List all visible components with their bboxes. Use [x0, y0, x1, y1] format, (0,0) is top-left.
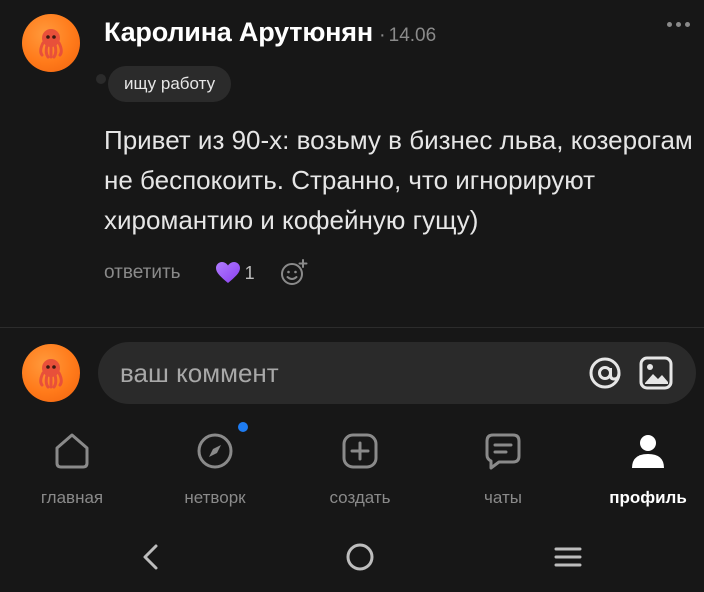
profile-icon: [632, 435, 664, 468]
more-menu-icon[interactable]: [667, 22, 690, 27]
bottom-tab-bar: главная нетворк создать чаты профиль: [0, 420, 704, 516]
badge-tail: [96, 74, 106, 84]
tab-chats-label: чаты: [484, 488, 522, 507]
author-name[interactable]: Каролина Арутюнян: [104, 17, 373, 48]
heart-icon[interactable]: [215, 261, 241, 285]
back-icon[interactable]: [134, 540, 168, 574]
reply-button[interactable]: ответить: [104, 262, 181, 284]
chat-icon: [485, 433, 521, 470]
compass-icon: [197, 433, 233, 469]
plus-square-icon: [342, 433, 378, 469]
home-circle-icon[interactable]: [343, 540, 377, 574]
status-badge: ищу работу: [108, 66, 232, 102]
tab-home[interactable]: главная: [2, 420, 142, 516]
like-count: 1: [244, 262, 255, 283]
author-line: Каролина Арутюнян · 14.06: [104, 17, 436, 48]
tab-home-label: главная: [40, 488, 104, 507]
author-avatar[interactable]: [22, 14, 80, 72]
tab-network[interactable]: нетворк: [145, 420, 285, 516]
mention-icon[interactable]: [588, 356, 622, 390]
date-separator: ·: [378, 24, 386, 46]
comment-box: [98, 342, 696, 404]
divider: [0, 327, 704, 328]
post-actions: ответить 1: [104, 258, 309, 288]
octopus-icon: [39, 29, 63, 59]
tab-network-label: нетворк: [184, 488, 246, 507]
tab-create[interactable]: создать: [290, 420, 430, 516]
tab-create-label: создать: [329, 488, 391, 507]
image-icon[interactable]: [638, 355, 674, 391]
octopus-icon: [39, 359, 63, 389]
recent-apps-icon[interactable]: [551, 540, 585, 574]
tab-profile[interactable]: профиль: [578, 420, 704, 516]
tab-profile-label: профиль: [609, 488, 687, 507]
user-avatar[interactable]: [22, 344, 80, 402]
system-navigation-bar: [0, 520, 704, 592]
home-icon: [55, 433, 89, 469]
post: Каролина Арутюнян · 14.06 ищу работу При…: [0, 0, 704, 328]
add-reaction-icon[interactable]: [279, 258, 309, 288]
comment-input[interactable]: [120, 342, 560, 404]
post-text: Привет из 90-х: возьму в бизнес льва, ко…: [104, 125, 693, 235]
post-date: 14.06: [388, 25, 437, 46]
tab-chats[interactable]: чаты: [433, 420, 573, 516]
